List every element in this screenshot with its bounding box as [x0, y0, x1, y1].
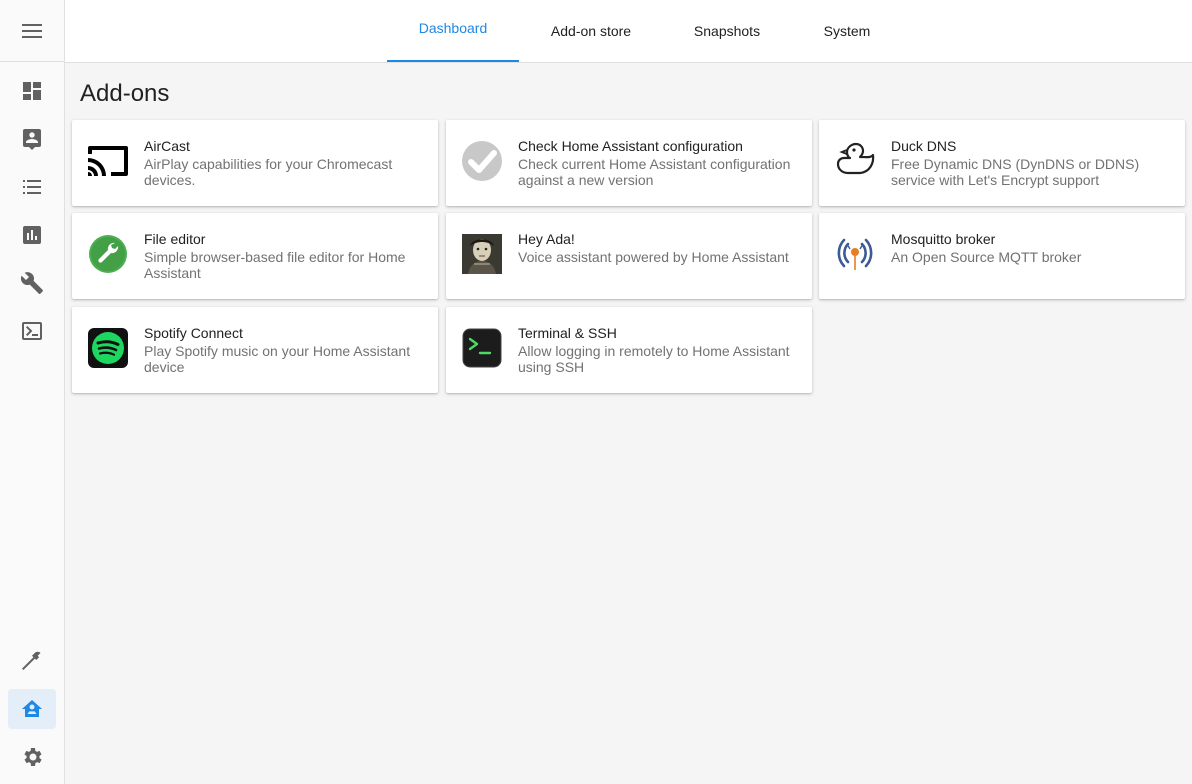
tab-add-on-store[interactable]: Add-on store	[539, 0, 643, 62]
sidebar-item-settings[interactable]	[8, 737, 56, 777]
addon-card-duck-dns[interactable]: Duck DNS Free Dynamic DNS (DynDNS or DDN…	[819, 120, 1185, 206]
addon-title: File editor	[144, 231, 206, 247]
hamburger-menu-icon	[22, 23, 42, 38]
sidebar-item-configuration[interactable]	[8, 263, 56, 303]
duck-icon	[836, 142, 875, 175]
addon-card-check-config[interactable]: Check Home Assistant configuration Check…	[446, 120, 812, 206]
ada-portrait-icon	[462, 234, 502, 274]
addon-card-hey-ada[interactable]: Hey Ada! Voice assistant powered by Home…	[446, 213, 812, 299]
sidebar-item-developer-tools[interactable]	[8, 641, 56, 681]
addon-title: Duck DNS	[891, 138, 957, 154]
tab-dashboard[interactable]: Dashboard	[387, 0, 519, 62]
developer-tools-icon	[22, 651, 41, 670]
page-title: Add-ons	[80, 80, 170, 107]
top-tab-bar: Dashboard Add-on store Snapshots System	[65, 0, 1192, 63]
sidebar-item-terminal[interactable]	[8, 311, 56, 351]
sidebar-item-supervisor[interactable]	[8, 689, 56, 729]
dashboard-icon	[23, 82, 41, 100]
sidebar-item-logbook[interactable]	[8, 167, 56, 207]
addon-title: Spotify Connect	[144, 325, 243, 341]
addon-title: Mosquitto broker	[891, 231, 996, 247]
tab-snapshots[interactable]: Snapshots	[685, 0, 769, 62]
addon-card-mosquitto[interactable]: Mosquitto broker An Open Source MQTT bro…	[819, 213, 1185, 299]
spotify-icon	[88, 328, 128, 368]
addon-title: AirCast	[144, 138, 190, 154]
wrench-icon	[89, 235, 127, 273]
addon-title: Check Home Assistant configuration	[518, 138, 743, 154]
menu-button[interactable]	[0, 0, 64, 62]
addon-description: Play Spotify music on your Home Assistan…	[144, 343, 411, 375]
history-icon	[23, 226, 41, 244]
mosquitto-icon	[837, 238, 873, 270]
addon-description: Allow logging in remotely to Home Assist…	[518, 343, 790, 375]
addon-description: AirPlay capabilities for your Chromecast…	[144, 156, 393, 188]
addon-description: Check current Home Assistant configurati…	[518, 156, 791, 188]
sidebar-item-overview[interactable]	[8, 71, 56, 111]
logbook-icon	[23, 180, 41, 194]
tab-system[interactable]: System	[813, 0, 881, 62]
map-icon	[23, 129, 41, 150]
sidebar	[0, 0, 65, 784]
check-icon	[462, 141, 502, 181]
addon-card-spotify[interactable]: Spotify Connect Play Spotify music on yo…	[72, 307, 438, 393]
sidebar-item-history[interactable]	[8, 215, 56, 255]
addon-description: An Open Source MQTT broker	[891, 249, 1082, 265]
addon-card-aircast[interactable]: AirCast AirPlay capabilities for your Ch…	[72, 120, 438, 206]
sidebar-item-map[interactable]	[8, 119, 56, 159]
configuration-icon	[20, 272, 43, 294]
addon-description: Voice assistant powered by Home Assistan…	[518, 249, 789, 265]
addon-card-terminal-ssh[interactable]: Terminal & SSH Allow logging in remotely…	[446, 307, 812, 393]
addon-title: Hey Ada!	[518, 231, 575, 247]
cast-icon	[88, 146, 128, 176]
terminal-icon	[22, 322, 42, 340]
addon-description: Simple browser-based file editor for Hom…	[144, 249, 406, 281]
addon-title: Terminal & SSH	[518, 325, 617, 341]
terminal-app-icon	[462, 328, 502, 368]
supervisor-icon	[22, 700, 42, 717]
addon-description: Free Dynamic DNS (DynDNS or DDNS) servic…	[891, 156, 1140, 188]
addon-card-file-editor[interactable]: File editor Simple browser-based file ed…	[72, 213, 438, 299]
settings-icon	[24, 748, 42, 766]
